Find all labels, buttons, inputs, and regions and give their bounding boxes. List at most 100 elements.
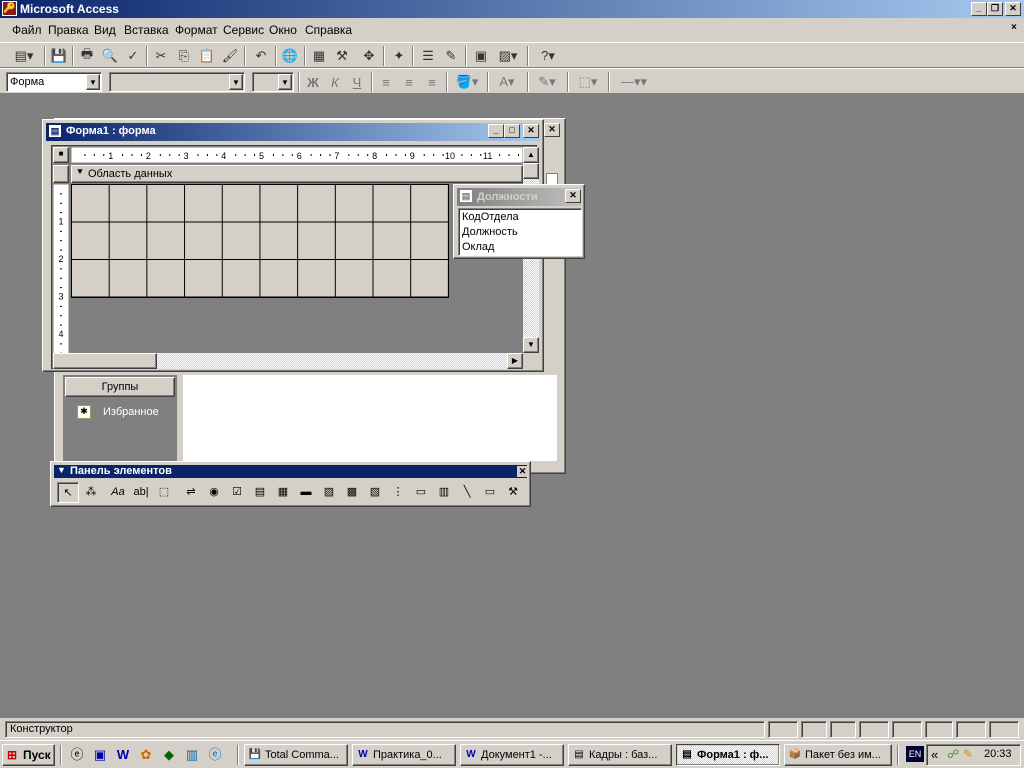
copy-icon[interactable]: ⎘ — [173, 46, 195, 66]
menu-window[interactable]: Окно — [269, 23, 297, 37]
save-icon[interactable]: 💾 — [48, 46, 70, 66]
cut-icon[interactable]: ✂ — [150, 46, 172, 66]
detail-grid[interactable] — [71, 184, 449, 298]
toggle-button-icon[interactable]: ⇌ — [180, 482, 202, 503]
textbox-icon[interactable]: ab| — [130, 482, 152, 503]
subform-icon[interactable]: ▥ — [433, 482, 455, 503]
command-button-icon[interactable]: ▬ — [295, 482, 317, 503]
combobox-icon[interactable]: ▤ — [249, 482, 271, 503]
font-color-icon[interactable]: A▾ — [490, 72, 524, 92]
help-icon[interactable]: ?▾ — [533, 46, 563, 66]
spelling-icon[interactable]: ✓ — [122, 46, 144, 66]
tab-control-icon[interactable]: ▭ — [410, 482, 432, 503]
field-item-dept-code[interactable]: КодОтдела — [462, 211, 519, 223]
section-selector[interactable] — [53, 165, 69, 183]
font-size-combo[interactable]: ▼ — [252, 72, 294, 92]
scroll-right-icon[interactable]: ▶ — [507, 353, 523, 369]
task-form1[interactable]: ▤ Форма1 : ф... — [676, 744, 780, 766]
paste-icon[interactable]: 📋 — [196, 46, 218, 66]
tray-expand-icon[interactable]: « — [931, 747, 938, 762]
form-minimize-button[interactable]: _ — [488, 124, 504, 138]
code-icon[interactable]: ✦ — [388, 46, 410, 66]
field-item-salary[interactable]: Оклад — [462, 241, 494, 253]
unbound-object-icon[interactable]: ▩ — [341, 482, 363, 503]
restore-button[interactable]: ❐ — [987, 2, 1003, 16]
italic-button[interactable]: К — [324, 72, 346, 92]
minimize-button[interactable]: _ — [971, 2, 987, 16]
app-quicklaunch-icon[interactable]: ◆ — [160, 746, 178, 764]
page-break-icon[interactable]: ⋮ — [387, 482, 409, 503]
toolbox-menu-icon[interactable]: ▼ — [57, 465, 66, 475]
image-icon[interactable]: ▨ — [318, 482, 340, 503]
scroll-down-icon[interactable]: ▼ — [523, 337, 539, 353]
form-close-button[interactable]: ✕ — [523, 124, 539, 138]
form-selector[interactable]: ■ — [53, 147, 69, 163]
network-tray-icon[interactable]: ☍ — [947, 747, 959, 761]
form-maximize-button[interactable]: □ — [504, 124, 520, 138]
menu-close-icon[interactable]: × — [1011, 22, 1022, 34]
form-horizontal-scrollbar[interactable]: ▶ — [53, 353, 523, 369]
new-object-icon[interactable]: ▨▾ — [493, 46, 523, 66]
section-header[interactable]: ⯆ Область данных — [71, 165, 523, 183]
bold-button[interactable]: Ж — [302, 72, 324, 92]
fill-color-icon[interactable]: 🪣▾ — [450, 72, 484, 92]
language-indicator[interactable]: EN — [906, 746, 924, 762]
font-combo[interactable]: ▼ — [109, 72, 245, 92]
checkbox-icon[interactable]: ☑ — [226, 482, 248, 503]
menu-help[interactable]: Справка — [305, 23, 352, 37]
wizard-icon[interactable]: ⁂ — [80, 482, 102, 503]
ie-quicklaunch-icon[interactable]: ⓔ — [68, 746, 86, 764]
start-button[interactable]: ⊞ Пуск — [2, 744, 55, 766]
task-package[interactable]: 📦 Пакет без им... — [784, 744, 892, 766]
hyperlink-icon[interactable]: 🌐 — [279, 46, 301, 66]
task-practice-doc[interactable]: W Практика_0... — [352, 744, 456, 766]
menu-insert[interactable]: Вставка — [124, 23, 169, 37]
object-combo[interactable]: Форма ▼ — [6, 72, 102, 92]
align-center-icon[interactable]: ≡ — [398, 72, 420, 92]
field-item-position[interactable]: Должность — [462, 226, 518, 238]
menu-tools[interactable]: Сервис — [223, 23, 264, 37]
tray-app-icon[interactable]: ✎ — [963, 747, 973, 761]
build-icon[interactable]: ✎ — [440, 46, 462, 66]
task-document1[interactable]: W Документ1 -... — [460, 744, 564, 766]
field-list-close-button[interactable]: ✕ — [565, 189, 581, 203]
view-icon[interactable]: ▤▾ — [8, 46, 40, 66]
autoformat-icon[interactable]: ✥ — [358, 46, 380, 66]
bound-object-icon[interactable]: ▧ — [364, 482, 386, 503]
groups-button[interactable]: Группы — [65, 377, 175, 397]
menu-format[interactable]: Формат — [175, 23, 218, 37]
border-icon[interactable]: ⬚▾ — [572, 72, 604, 92]
toolbox-icon[interactable]: ⚒ — [331, 46, 353, 66]
save-quicklaunch-icon[interactable]: ▣ — [91, 746, 109, 764]
line-width-icon[interactable]: —▾▾ — [612, 72, 656, 92]
underline-button[interactable]: Ч — [346, 72, 368, 92]
v-scroll-thumb[interactable] — [523, 163, 539, 179]
listbox-icon[interactable]: ▦ — [272, 482, 294, 503]
database-window-icon[interactable]: ▣ — [470, 46, 492, 66]
close-button[interactable]: ✕ — [1005, 2, 1021, 16]
more-controls-icon[interactable]: ⚒ — [502, 482, 524, 503]
doc-quicklaunch-icon[interactable]: ▥ — [183, 746, 201, 764]
favorites-item[interactable]: Избранное — [103, 406, 159, 418]
task-total-commander[interactable]: 💾 Total Comma... — [244, 744, 348, 766]
menu-file[interactable]: Файл — [12, 23, 42, 37]
align-right-icon[interactable]: ≡ — [421, 72, 443, 92]
option-button-icon[interactable]: ◉ — [203, 482, 225, 503]
menu-edit[interactable]: Правка — [48, 23, 89, 37]
paint-quicklaunch-icon[interactable]: ✿ — [137, 746, 155, 764]
line-icon[interactable]: ╲ — [456, 482, 478, 503]
toolbox-close-button[interactable]: ✕ — [517, 466, 528, 477]
menu-view[interactable]: Вид — [94, 23, 116, 37]
h-scroll-thumb[interactable] — [53, 353, 157, 369]
print-preview-icon[interactable]: 🔍 — [99, 46, 121, 66]
line-color-icon[interactable]: ✎▾ — [530, 72, 564, 92]
label-icon[interactable]: Aa — [107, 482, 129, 503]
ie-quicklaunch-icon-2[interactable]: ⓔ — [206, 746, 224, 764]
undo-icon[interactable]: ↶ — [250, 46, 272, 66]
word-quicklaunch-icon[interactable]: W — [114, 746, 132, 764]
db-close-button[interactable]: ✕ — [544, 123, 560, 137]
scroll-up-icon[interactable]: ▲ — [523, 147, 539, 163]
pointer-icon[interactable]: ↖ — [57, 482, 79, 503]
print-icon[interactable]: 🖶 — [76, 46, 98, 66]
field-list-icon[interactable]: ▦ — [308, 46, 330, 66]
